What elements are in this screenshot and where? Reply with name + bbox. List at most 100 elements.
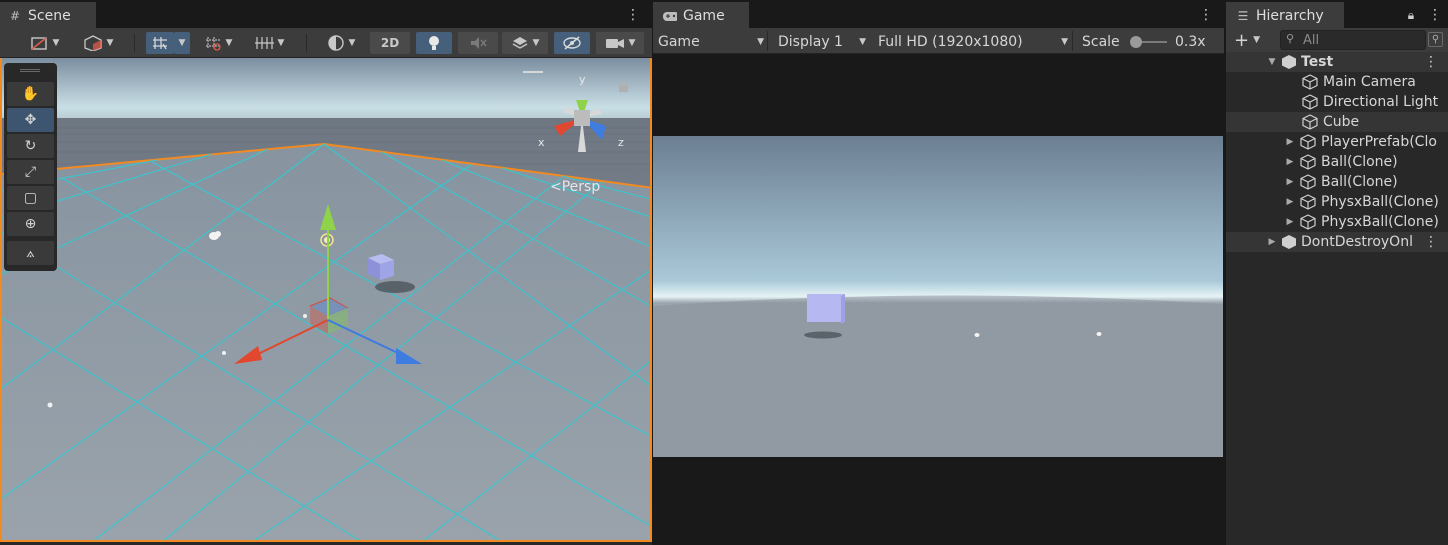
draw-mode-icon — [30, 37, 47, 50]
hierarchy-item-physxball[interactable]: ▶ PhysxBall(Clone) — [1226, 212, 1448, 232]
expand-arrow-icon[interactable]: ▶ — [1284, 177, 1296, 187]
scene-toolbar: ▼ ▼ ▼ ▼ ▼ ▼ 2D ▼ ▼ — [0, 28, 652, 58]
gizmo-y-label: y — [579, 73, 586, 86]
game-mode-dropdown[interactable]: Game ▼ — [658, 31, 764, 53]
scene-tab-label: Scene — [28, 8, 71, 24]
scale-slider-handle[interactable] — [1130, 36, 1142, 48]
search-scene-icon[interactable]: ⚲ — [1428, 32, 1443, 47]
tab-scene[interactable]: # Scene — [0, 2, 96, 28]
audio-toggle[interactable] — [458, 32, 498, 54]
chevron-down-icon: ▼ — [859, 37, 866, 47]
search-icon: ⚲ — [1286, 32, 1295, 45]
game-render — [653, 136, 1223, 457]
scale-icon: ⤢ — [24, 164, 37, 180]
increment-snap-dropdown[interactable]: ▼ — [196, 32, 240, 54]
hierarchy-item-playerprefab[interactable]: ▶ PlayerPrefab(Clo — [1226, 132, 1448, 152]
2d-toggle-button[interactable]: 2D — [370, 32, 410, 54]
tab-hierarchy[interactable]: ☰ Hierarchy — [1226, 2, 1344, 28]
scene-root-row[interactable]: ▼ Test ⋮ — [1226, 52, 1448, 72]
lock-icon[interactable]: 🔒︎ — [1404, 6, 1418, 24]
hierarchy-item-physxball[interactable]: ▶ PhysxBall(Clone) — [1226, 192, 1448, 212]
scale-tool-button[interactable]: ⤢ — [7, 160, 54, 184]
expand-arrow-icon[interactable]: ▶ — [1284, 137, 1296, 147]
scale-label: Scale — [1082, 34, 1120, 50]
hierarchy-item-main-camera[interactable]: Main Camera — [1226, 72, 1448, 92]
game-ground — [653, 295, 1223, 457]
ball-object — [303, 314, 307, 318]
scene-menu-icon[interactable]: ⋮ — [626, 6, 640, 24]
grid-snap-toggle[interactable] — [146, 32, 174, 54]
game-tab-label: Game — [683, 8, 725, 24]
cube-shadow — [375, 281, 415, 293]
rect-tool-button[interactable]: ▢ — [7, 186, 54, 210]
camera-icon — [605, 39, 624, 48]
toolbar-divider — [134, 34, 135, 52]
grid-snap-dropdown[interactable]: ▼ — [174, 32, 190, 54]
search-input[interactable]: ⚲ All — [1280, 30, 1426, 50]
render-mode-dropdown[interactable]: ▼ — [74, 32, 122, 54]
display-dropdown[interactable]: Display 1 ▼ — [778, 31, 866, 53]
grid-visibility-dropdown[interactable]: ▼ — [246, 32, 292, 54]
palette-drag-handle[interactable] — [20, 69, 40, 72]
lightbulb-icon — [429, 36, 439, 50]
scene-viewport[interactable]: y x z — [0, 58, 652, 542]
game-tabbar: Game ⋮ — [653, 0, 1224, 28]
move-icon: ✥ — [24, 112, 37, 128]
expand-arrow-icon[interactable]: ▶ — [1284, 157, 1296, 167]
eye-crossed-icon — [563, 36, 581, 50]
rotate-icon: ↻ — [24, 138, 37, 154]
dontdestroyonload-scene-row[interactable]: ▶ DontDestroyOnl ⋮ — [1226, 232, 1448, 252]
2d-label: 2D — [380, 36, 400, 50]
gizmo-x-label: x — [538, 136, 545, 149]
hierarchy-item-ball[interactable]: ▶ Ball(Clone) — [1226, 172, 1448, 192]
game-menu-icon[interactable]: ⋮ — [1199, 6, 1213, 24]
layers-effects-icon — [512, 37, 527, 49]
create-dropdown[interactable]: + ▼ — [1234, 30, 1260, 51]
hierarchy-item-ball[interactable]: ▶ Ball(Clone) — [1226, 152, 1448, 172]
gizmo-z-label: z — [618, 136, 624, 149]
hand-tool-button[interactable]: ✋ — [7, 82, 54, 106]
grid-snap-icon — [153, 37, 167, 50]
chevron-down-icon: ▼ — [757, 37, 764, 47]
expand-arrow-icon[interactable]: ▶ — [1284, 217, 1296, 227]
toolbar-divider — [1072, 31, 1073, 51]
move-tool-button[interactable]: ✥ — [7, 108, 54, 132]
lighting-toggle[interactable] — [416, 32, 452, 54]
gameobject-icon — [1300, 194, 1316, 210]
hierarchy-item-directional-light[interactable]: Directional Light — [1226, 92, 1448, 112]
resolution-dropdown[interactable]: Full HD (1920x1080) ▼ — [878, 31, 1068, 53]
hierarchy-item-cube[interactable]: Cube — [1226, 112, 1448, 132]
ball-object — [47, 402, 53, 408]
expand-arrow-icon[interactable]: ▶ — [1266, 237, 1278, 247]
gameobject-icon — [1300, 174, 1316, 190]
projection-toggle[interactable]: <Persp — [550, 179, 600, 195]
gameobject-icon — [1300, 214, 1316, 230]
resolution-label: Full HD (1920x1080) — [878, 34, 1023, 50]
hand-icon: ✋ — [21, 86, 40, 102]
row-menu-icon[interactable]: ⋮ — [1424, 234, 1438, 250]
scene-panel: # Scene ⋮ ▼ ▼ ▼ ▼ ▼ ▼ 2D ▼ ▼ y x z <Pers… — [0, 0, 652, 545]
custom-tool-icon: ⟑ — [26, 245, 35, 261]
unity-scene-icon — [1282, 235, 1296, 249]
game-view[interactable] — [653, 136, 1223, 457]
game-ball — [974, 333, 980, 337]
hidden-objects-toggle[interactable] — [554, 32, 590, 54]
grid-lines-icon — [254, 37, 274, 49]
transform-tool-button[interactable]: ⊕ — [7, 212, 54, 236]
expand-arrow-icon[interactable]: ▼ — [1266, 57, 1278, 67]
expand-arrow-icon[interactable]: ▶ — [1284, 197, 1296, 207]
rect-icon: ▢ — [23, 190, 38, 206]
custom-tool-button[interactable]: ⟑ — [7, 241, 54, 265]
camera-dropdown[interactable]: ▼ — [596, 32, 644, 54]
tab-game[interactable]: Game — [653, 2, 749, 28]
hierarchy-menu-icon[interactable]: ⋮ — [1428, 6, 1442, 24]
rotate-tool-button[interactable]: ↻ — [7, 134, 54, 158]
snap-increment-icon — [205, 37, 221, 51]
game-ball — [1096, 332, 1102, 336]
shading-mode-dropdown[interactable]: ▼ — [318, 32, 364, 54]
row-menu-icon[interactable]: ⋮ — [1424, 54, 1438, 70]
draw-mode-dropdown[interactable]: ▼ — [20, 32, 68, 54]
item-label: Ball(Clone) — [1321, 174, 1398, 190]
unity-editor: # Scene ⋮ ▼ ▼ ▼ ▼ ▼ ▼ 2D ▼ ▼ y x z <Pers… — [0, 0, 1448, 545]
effects-dropdown[interactable]: ▼ — [502, 32, 548, 54]
